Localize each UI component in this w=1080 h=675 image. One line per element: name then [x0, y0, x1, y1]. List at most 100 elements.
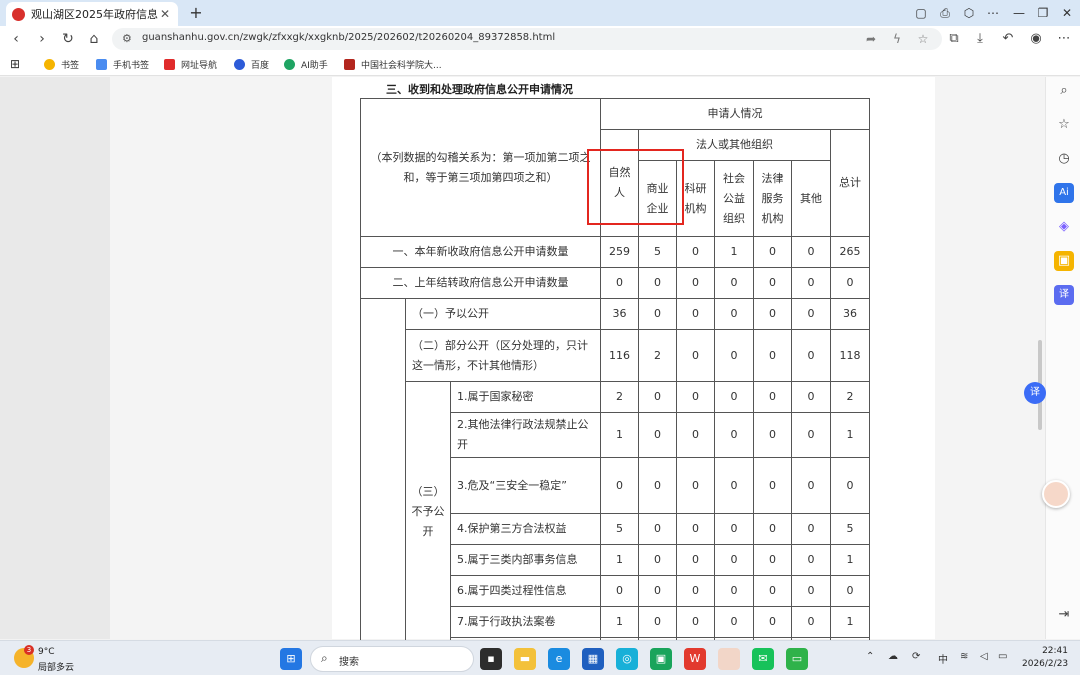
- url-field[interactable]: ⚙ guanshanhu.gov.cn/zwgk/zfxxgk/xxgknb/2…: [112, 28, 942, 50]
- table-cell: 5: [638, 236, 677, 268]
- home-icon[interactable]: ⌂: [84, 29, 104, 49]
- wechat-icon[interactable]: ✉: [752, 648, 774, 670]
- bookmark-item[interactable]: 书签: [44, 56, 79, 72]
- forward-icon[interactable]: ›: [32, 29, 52, 49]
- wps-icon[interactable]: W: [684, 648, 706, 670]
- minimize-icon[interactable]: —: [1008, 3, 1030, 23]
- collections-icon[interactable]: ⧉: [944, 29, 964, 49]
- profile-icon[interactable]: ◉: [1026, 29, 1046, 49]
- table-cell: 0: [638, 298, 677, 330]
- row-label: 4.保护第三方合法权益: [450, 513, 601, 545]
- taskbar-search[interactable]: ⌕ 搜索: [310, 646, 474, 672]
- table-cell: 0: [676, 513, 715, 545]
- header-natural-person: 自然人: [600, 129, 639, 237]
- table-cell: 259: [600, 236, 639, 268]
- site-info-icon[interactable]: ⚙: [122, 32, 132, 45]
- academy-icon: [344, 58, 355, 70]
- table-cell: 0: [638, 513, 677, 545]
- clock-time: 22:41: [1042, 646, 1068, 656]
- assistant-avatar[interactable]: [1042, 480, 1070, 508]
- tab-bar: 观山湖区2025年政府信息公开 ✕ + ▢ ⎙ ⬡ ⋯ — ❐ ✕: [0, 0, 1080, 26]
- table-cell: 0: [791, 544, 831, 576]
- task-view-icon[interactable]: ▪: [480, 648, 502, 670]
- table-cell: 0: [676, 267, 715, 299]
- file-explorer-icon[interactable]: ▬: [514, 648, 536, 670]
- table-cell: 0: [791, 381, 831, 413]
- collapse-sidebar-icon[interactable]: ⇥: [1054, 605, 1074, 625]
- browser-icon[interactable]: ◎: [616, 648, 638, 670]
- tab-actions-icon[interactable]: ▢: [910, 3, 932, 23]
- window-close-icon[interactable]: ✕: [1056, 3, 1078, 23]
- wifi-icon[interactable]: ≋: [960, 651, 968, 662]
- reload-icon[interactable]: ↻: [58, 29, 78, 49]
- table-cell: 0: [714, 513, 754, 545]
- share-icon[interactable]: ➦: [862, 30, 880, 48]
- table-cell: 0: [829, 575, 871, 607]
- bookmark-item[interactable]: 手机书签: [96, 56, 149, 72]
- translate-icon[interactable]: 译: [1054, 285, 1074, 305]
- table-cell: 0: [753, 329, 792, 382]
- tray-cloud-sync-icon[interactable]: ⟳: [912, 651, 920, 662]
- table-cell: 0: [638, 412, 677, 458]
- table-cell: 1: [600, 412, 639, 458]
- table-cell: 0: [753, 267, 792, 299]
- bookmark-item[interactable]: 中国社会科学院大...: [344, 56, 442, 72]
- header-social: 社会公益组织: [714, 160, 754, 237]
- table-cell: 0: [676, 575, 715, 607]
- star-icon[interactable]: ☆: [914, 30, 932, 48]
- extensions-icon[interactable]: ⬡: [958, 3, 980, 23]
- table-cell: 0: [676, 298, 715, 330]
- printer-icon[interactable]: ⎙: [934, 3, 956, 23]
- volume-icon[interactable]: ◁: [980, 651, 988, 662]
- table-cell: 0: [714, 412, 754, 458]
- tray-chevron-icon[interactable]: ⌃: [866, 651, 874, 662]
- table-cell: 0: [638, 606, 677, 638]
- menu-icon[interactable]: ⋯: [1054, 29, 1074, 49]
- floating-translate-button[interactable]: 译: [1024, 382, 1046, 404]
- table-cell: 0: [676, 329, 715, 382]
- download-icon[interactable]: ⤓: [970, 29, 990, 49]
- url-text[interactable]: guanshanhu.gov.cn/zwgk/zfxxgk/xxgknb/202…: [142, 32, 555, 43]
- table-cell: 0: [714, 381, 754, 413]
- table-row: （二）部分公开（区分处理的，只计这一情形，不计其他情形） 116 2 0 0 0 0 118: [361, 329, 871, 382]
- table-cell: 1: [829, 412, 871, 458]
- ime-indicator[interactable]: 中: [938, 651, 948, 666]
- table-cell: 0: [676, 236, 715, 268]
- bookmark-item[interactable]: AI助手: [284, 56, 328, 72]
- favorites-icon[interactable]: ☆: [1054, 115, 1074, 135]
- table-cell: 0: [791, 575, 831, 607]
- new-tab-button[interactable]: +: [186, 3, 206, 23]
- table-cell: 0: [676, 381, 715, 413]
- toolbox-icon[interactable]: ▣: [1054, 251, 1074, 271]
- header-legal-service: 法律服务机构: [753, 160, 792, 237]
- search-icon[interactable]: ⌕: [1054, 81, 1074, 101]
- apps-icon[interactable]: ⊞: [10, 56, 20, 72]
- ai-icon[interactable]: Ai: [1054, 183, 1074, 203]
- chat-app-icon[interactable]: ▣: [650, 648, 672, 670]
- store-icon[interactable]: ▦: [582, 648, 604, 670]
- restore-icon[interactable]: ❐: [1032, 3, 1054, 23]
- table-cell: 1: [829, 544, 871, 576]
- close-icon[interactable]: ✕: [158, 7, 172, 21]
- history-icon[interactable]: ◷: [1054, 149, 1074, 169]
- clock[interactable]: 22:41 2026/2/23: [1022, 645, 1068, 671]
- weather-widget[interactable]: 3 9°C 局部多云: [14, 645, 84, 673]
- battery-icon[interactable]: ▭: [998, 651, 1007, 662]
- table-cell: 0: [753, 606, 792, 638]
- lightning-icon[interactable]: ϟ: [888, 30, 906, 48]
- game-icon[interactable]: ◈: [1054, 217, 1074, 237]
- table-cell: 0: [676, 606, 715, 638]
- group-blank-cell: [360, 298, 406, 669]
- undo-icon[interactable]: ↶: [998, 29, 1018, 49]
- row-label: 1.属于国家秘密: [450, 381, 601, 413]
- avatar-app-icon[interactable]: [718, 648, 740, 670]
- cloud-icon[interactable]: ☁: [888, 651, 898, 662]
- active-tab[interactable]: 观山湖区2025年政府信息公开 ✕: [6, 2, 178, 26]
- back-icon[interactable]: ‹: [6, 29, 26, 49]
- bookmark-item[interactable]: 百度: [234, 56, 269, 72]
- edge-icon[interactable]: e: [548, 648, 570, 670]
- bookmark-item[interactable]: 网址导航: [164, 56, 217, 72]
- more-icon[interactable]: ⋯: [982, 3, 1004, 23]
- message-icon[interactable]: ▭: [786, 648, 808, 670]
- start-icon[interactable]: ⊞: [280, 648, 302, 670]
